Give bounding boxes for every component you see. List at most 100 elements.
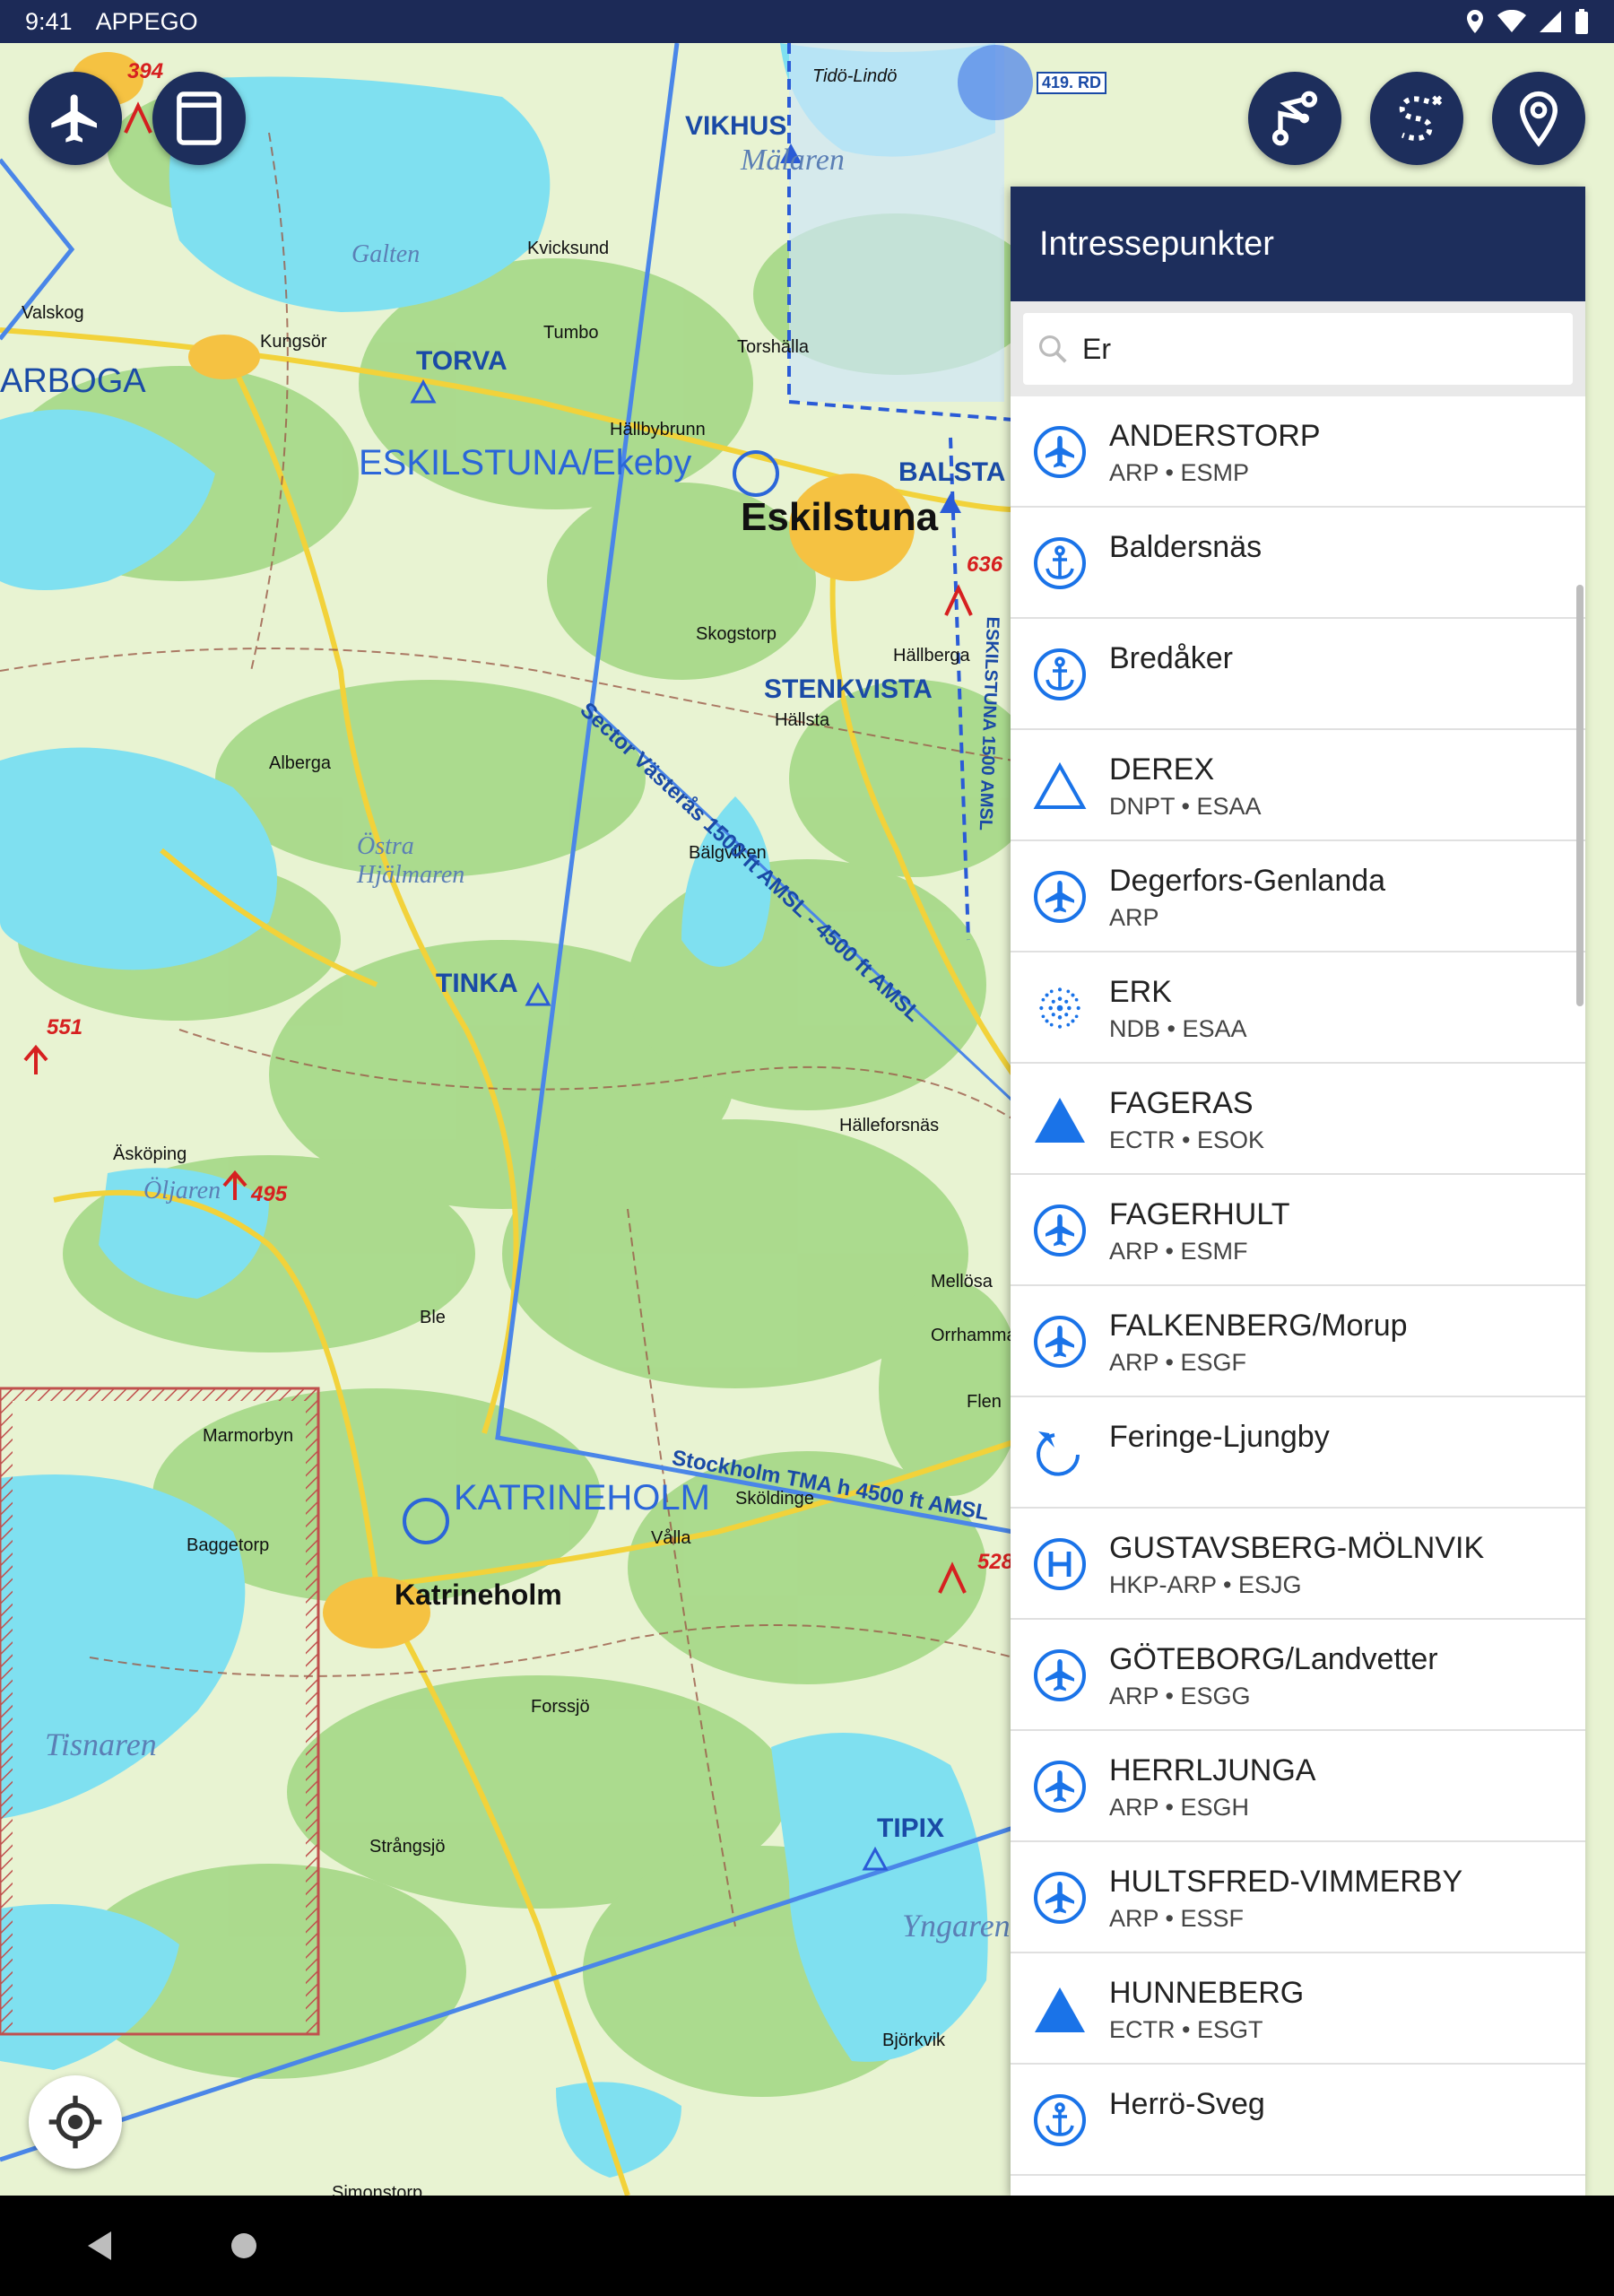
poi-button[interactable]	[1492, 72, 1585, 165]
map-label-lake: Östra Hjälmaren	[357, 832, 465, 889]
list-item[interactable]: FAGERHULT ARP • ESMF	[1011, 1175, 1585, 1286]
list-item[interactable]: Degerfors-Genlanda ARP	[1011, 841, 1585, 952]
airport-icon	[1034, 1872, 1086, 1924]
triangle-filled-icon	[1035, 1098, 1085, 1143]
map-label-lake: Galten	[351, 240, 421, 268]
airport-icon	[1034, 426, 1086, 478]
list-item[interactable]: HERRLJUNGA ARP • ESGH	[1011, 1731, 1585, 1842]
battery-icon	[1575, 9, 1588, 34]
map-label-waypoint: STENKVISTA	[764, 674, 933, 704]
poi-list-scrollbar[interactable]	[1576, 585, 1584, 1006]
map-label-town: Forssjö	[531, 1697, 590, 1717]
map-label-katrineholm: Katrineholm	[395, 1578, 562, 1611]
poi-subtitle: NDB • ESAA	[1109, 1015, 1247, 1042]
map-label-town: Skogstorp	[696, 624, 777, 644]
poi-name: Bredåker	[1109, 641, 1233, 675]
airport-icon	[1034, 871, 1086, 923]
poi-panel[interactable]: Intressepunkter ANDERSTORP ARP • ESMP Bal…	[1011, 187, 1585, 2196]
map-label-town: Hällbybrunn	[610, 420, 706, 439]
aircraft-button[interactable]	[29, 72, 122, 165]
map-label-town: Marmorbyn	[203, 1426, 294, 1446]
poi-name: FAGERAS	[1109, 1086, 1254, 1120]
map-label-airport: ESKILSTUNA/Ekeby	[359, 443, 692, 483]
map-label-town: Äsköping	[113, 1144, 187, 1164]
anchor-icon	[1034, 648, 1086, 700]
map-label-town: Hällsta	[775, 710, 830, 730]
list-item[interactable]: FAGERAS ECTR • ESOK	[1011, 1064, 1585, 1175]
search-box[interactable]	[1023, 313, 1573, 385]
wifi-icon	[1497, 10, 1526, 32]
poi-subtitle: ARP • ESSF	[1109, 1905, 1245, 1932]
status-bar: 9:41 APPEGO	[0, 0, 1614, 43]
map-label-town: Alberga	[269, 753, 331, 773]
charts-button[interactable]	[152, 72, 246, 165]
map-label-lake: Yngaren	[902, 1908, 1011, 1944]
list-item[interactable]: HULTSFRED-VIMMERBY ARP • ESSF	[1011, 1842, 1585, 1953]
list-item[interactable]: Bredåker	[1011, 619, 1585, 730]
map-label-restricted: 419. RD	[1037, 72, 1107, 94]
glider-icon	[1037, 1431, 1080, 1476]
map-label-obstacle: 636	[967, 552, 1003, 577]
poi-name: HUNNEBERG	[1109, 1976, 1305, 2010]
airport-icon	[1034, 1761, 1086, 1813]
poi-name: GUSTAVSBERG-MÖLNVIK	[1109, 1531, 1485, 1565]
poi-panel-title: Intressepunkter	[1039, 224, 1274, 263]
map-label-obstacle: 528	[977, 1550, 1014, 1574]
map-label-town: Tumbo	[543, 323, 599, 343]
map-label-waypoint: BALSTA	[898, 457, 1006, 487]
map-label-lake: Tisnaren	[45, 1726, 157, 1762]
status-time: 9:41	[25, 7, 73, 35]
poi-name: FAGERHULT	[1109, 1197, 1290, 1231]
poi-name: ANDERSTORP	[1109, 419, 1321, 453]
route-button[interactable]	[1248, 72, 1341, 165]
dotted-track-icon	[1399, 95, 1443, 141]
back-icon[interactable]	[84, 2230, 115, 2262]
list-item[interactable]: HUNNEBERG ECTR • ESGT	[1011, 1953, 1585, 2065]
map-label-town: Ble	[420, 1308, 446, 1327]
map-label-town: Orrhammar	[931, 1326, 1023, 1345]
poi-name: Baldersnäs	[1109, 530, 1263, 564]
map-label-waypoint: ARBOGA	[0, 362, 146, 400]
list-item[interactable]: GÖTEBORG/Landvetter ARP • ESGG	[1011, 1620, 1585, 1731]
track-button[interactable]	[1370, 72, 1463, 165]
list-item[interactable]: DEREX DNPT • ESAA	[1011, 730, 1585, 841]
map-label-lake: Mälaren	[741, 144, 845, 177]
map-pin-icon	[1519, 91, 1558, 147]
list-item[interactable]: ANDERSTORP ARP • ESMP	[1011, 396, 1585, 508]
crosshair-icon	[48, 2095, 102, 2149]
anchor-icon	[1034, 537, 1086, 589]
poi-subtitle: HKP-ARP • ESJG	[1109, 1571, 1302, 1598]
cell-signal-icon	[1540, 11, 1561, 32]
my-location-button[interactable]	[29, 2075, 122, 2169]
home-icon[interactable]	[230, 2231, 258, 2260]
poi-name: FALKENBERG/Morup	[1109, 1309, 1408, 1343]
map-label-town: Baggetorp	[187, 1535, 270, 1555]
map-label-eskilstuna: Eskilstuna	[741, 495, 939, 539]
route-icon	[1271, 91, 1318, 146]
poi-panel-header: Intressepunkter	[1011, 187, 1585, 301]
list-item[interactable]: Feringe-Ljungby	[1011, 1397, 1585, 1509]
heliport-icon	[1034, 1538, 1086, 1590]
map-label-town: Simonstorp	[332, 2183, 423, 2196]
search-input[interactable]	[1080, 331, 1560, 367]
poi-list[interactable]: ANDERSTORP ARP • ESMP Baldersnäs Bredåker…	[1011, 396, 1585, 2176]
list-item[interactable]: ERK NDB • ESAA	[1011, 952, 1585, 1064]
list-item[interactable]: Baldersnäs	[1011, 508, 1585, 619]
map-label-town: Tidö-Lindö	[812, 66, 898, 86]
triangle-filled-icon	[1035, 1987, 1085, 2032]
poi-name: HERRLJUNGA	[1109, 1753, 1316, 1787]
poi-subtitle: ARP • ESMP	[1109, 459, 1250, 486]
map-label-waypoint: TINKA	[436, 969, 518, 998]
airport-icon	[1034, 1205, 1086, 1257]
poi-name: HULTSFRED-VIMMERBY	[1109, 1865, 1463, 1899]
search-icon	[1038, 335, 1067, 363]
list-item[interactable]: FALKENBERG/Morup ARP • ESGF	[1011, 1286, 1585, 1397]
poi-subtitle: ARP • ESGG	[1109, 1683, 1251, 1709]
list-item[interactable]: Herrö-Sveg	[1011, 2065, 1585, 2176]
triangle-outline-icon	[1033, 761, 1087, 809]
poi-name: ERK	[1109, 975, 1172, 1009]
poi-name: Feringe-Ljungby	[1109, 1420, 1330, 1454]
poi-name: Degerfors-Genlanda	[1109, 864, 1386, 898]
map-label-obstacle: 495	[251, 1182, 288, 1206]
list-item[interactable]: GUSTAVSBERG-MÖLNVIK HKP-ARP • ESJG	[1011, 1509, 1585, 1620]
